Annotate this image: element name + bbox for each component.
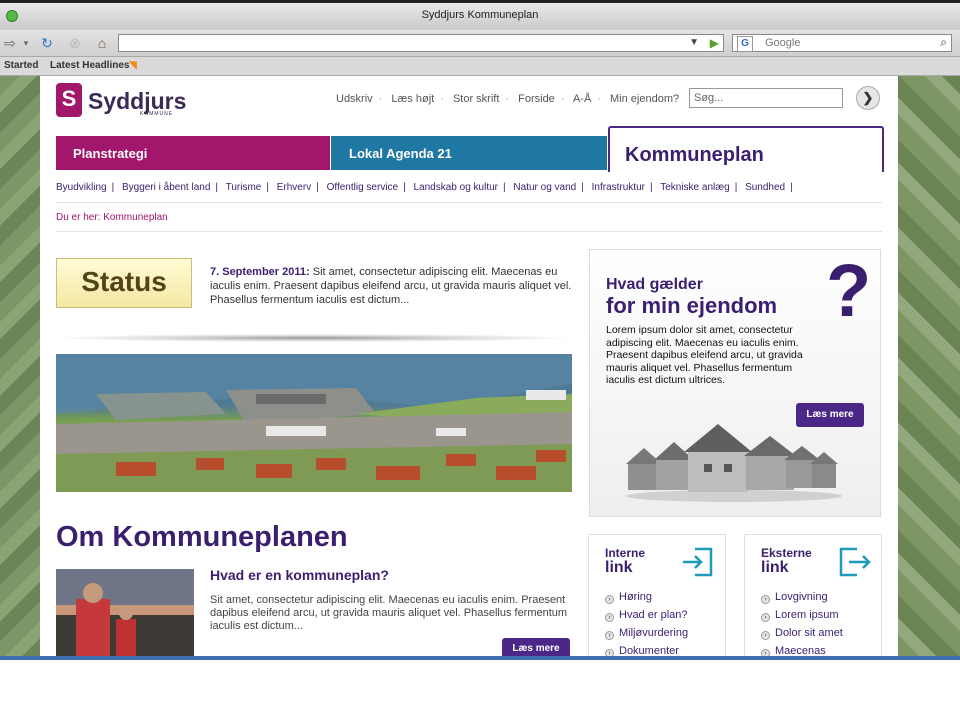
browser-window: Syddjurs Kommuneplan ⇨ ▾ ↻ ⊗ ⌂ ▼ ▶ G Goo… [0,0,960,660]
question-mark-icon: ? [826,249,872,332]
util-my-property[interactable]: Min ejendom? [610,93,679,105]
links-title: Eksterne [761,546,812,560]
property-promo: Hvad gælder for min ejendom ? Lorem ipsu… [589,249,881,517]
status-badge: Status [56,258,192,308]
logo-subtitle: KOMMUNE [140,111,174,117]
bookmark-started[interactable]: Started [4,60,38,71]
people-photo [56,569,194,660]
util-print[interactable]: Udskriv [336,93,373,105]
url-dropdown-icon[interactable]: ▼ [689,35,699,51]
link-label[interactable]: Høring [619,591,652,603]
external-links-list: › Lovgivning › Lorem ipsum › Dolor sit amet… [761,591,843,660]
link-item[interactable]: › Lovgivning [761,591,843,609]
divider [56,202,882,203]
link-item[interactable]: › Dolor sit amet [761,627,843,645]
subnav-item[interactable]: Erhverv [277,182,311,193]
external-link-icon [839,547,871,577]
subnav-item[interactable]: Byggeri i åbent land [122,182,210,193]
harbor-photo [56,354,572,492]
window-title: Syddjurs Kommuneplan [421,9,539,21]
util-read-aloud[interactable]: Læs højt [391,93,434,105]
promo-title-line1: Hvad gælder [606,276,703,293]
internal-links-box: Interne link › Høring › Hvad er plan? › Mil… [588,534,726,660]
link-item[interactable]: › Hvad er plan? [605,609,688,627]
chevron-right-icon: › [605,613,614,622]
section-subtitle: Hvad er en kommuneplan? [210,567,389,583]
chevron-right-icon: › [761,631,770,640]
link-label[interactable]: Hvad er plan? [619,609,688,621]
external-links-box: Eksterne link › Lovgivning › Lorem ipsum ›… [744,534,882,660]
subnav-item[interactable]: Offentlig service [327,182,399,193]
reload-icon[interactable]: ↻ [37,33,57,53]
chevron-right-icon: › [605,595,614,604]
link-label[interactable]: Lorem ipsum [775,609,839,621]
search-icon[interactable]: ⌕ [940,35,947,50]
links-title: Interne [605,546,646,560]
sub-navigation: Byudvikling | Byggeri i åbent land | Turis… [56,182,793,193]
link-item[interactable]: › Lorem ipsum [761,609,843,627]
link-item[interactable]: › Miljøvurdering [605,627,688,645]
link-label[interactable]: Miljøvurdering [619,627,688,639]
google-icon[interactable]: G [737,36,753,52]
subnav-item[interactable]: Tekniske anlæg [660,182,729,193]
site-search-input[interactable]: Søg... [689,88,843,108]
address-bar[interactable]: ▼ ▶ [118,34,724,52]
window-bottom-edge [0,656,960,660]
divider [56,231,882,232]
rss-icon: ◥ [129,60,137,71]
background-aerial-left [0,76,40,660]
link-label[interactable]: Lovgivning [775,591,828,603]
util-home[interactable]: Forside [518,93,555,105]
history-dropdown-icon[interactable]: ▾ [16,33,36,53]
section-text: Sit amet, consectetur adipiscing elit. M… [210,594,568,632]
tab-planstrategi[interactable]: Planstrategi [56,136,330,170]
subnav-item[interactable]: Byudvikling [56,182,107,193]
links-subtitle: link [761,559,789,576]
section-title: Om Kommuneplanen [56,521,348,553]
internal-link-icon [683,547,713,577]
subnav-item[interactable]: Turisme [226,182,262,193]
internal-links-list: › Høring › Hvad er plan? › Miljøvurdering ›… [605,591,688,660]
utility-links: Udskriv · Læs højt · Stor skrift · Forside ·… [336,93,680,105]
breadcrumb[interactable]: Du er her: Kommuneplan [56,212,168,223]
go-icon[interactable]: ▶ [710,35,719,51]
chevron-right-icon: › [761,595,770,604]
bookmark-latest-headlines[interactable]: Latest Headlines [50,60,129,71]
chevron-right-icon: › [761,613,770,622]
search-placeholder: Google [765,37,801,49]
browser-toolbar: ⇨ ▾ ↻ ⊗ ⌂ ▼ ▶ G Google ⌕ [0,30,960,57]
home-icon[interactable]: ⌂ [92,33,112,53]
subnav-item[interactable]: Natur og vand [513,182,576,193]
promo-title-line2: for min ejendom [606,293,778,318]
search-go-button[interactable]: ❯ [856,86,880,110]
background-aerial-right [898,76,960,660]
web-page: S Syddjurs KOMMUNE Udskriv · Læs højt · St… [40,76,898,660]
stop-icon[interactable]: ⊗ [65,33,85,53]
window-titlebar: Syddjurs Kommuneplan [0,0,960,30]
status-news: 7. September 2011: Sit amet, consectetur… [210,265,580,307]
util-large-text[interactable]: Stor skrift [453,93,499,105]
divider-shadow [56,334,570,342]
link-label[interactable]: Dolor sit amet [775,627,843,639]
subnav-item[interactable]: Landskab og kultur [414,182,499,193]
promo-text: Lorem ipsum dolor sit amet, consectetur … [606,324,803,386]
logo-icon[interactable]: S [56,83,82,117]
subnav-item[interactable]: Sundhed [745,182,785,193]
browser-search-input[interactable]: G Google ⌕ [732,34,952,52]
links-subtitle: link [605,559,633,576]
link-item[interactable]: › Høring [605,591,688,609]
tab-lokal-agenda-21[interactable]: Lokal Agenda 21 [331,136,607,170]
chevron-right-icon: › [605,631,614,640]
status-date: 7. September 2011: [210,266,310,278]
subnav-item[interactable]: Infrastruktur [592,182,645,193]
tab-kommuneplan[interactable]: Kommuneplan [608,126,884,172]
houses-icon [626,424,842,502]
bookmarks-bar: Started Latest Headlines ◥ [0,57,960,76]
util-a-z[interactable]: A-Å [573,93,591,105]
